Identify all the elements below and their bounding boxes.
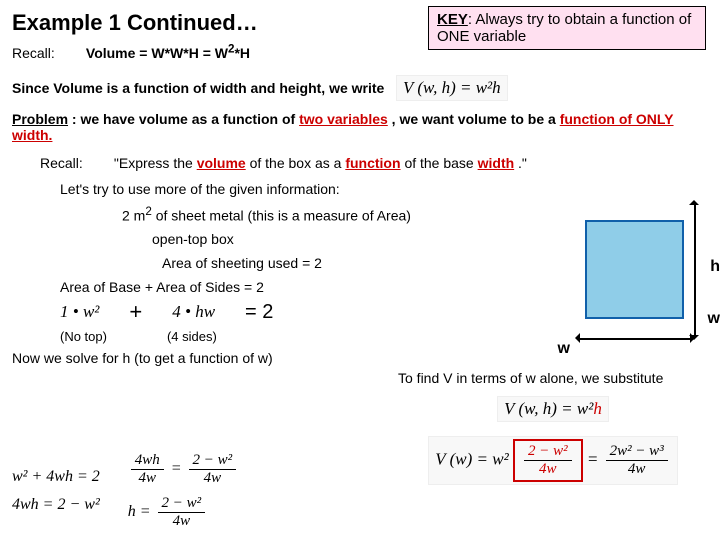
bottom-col2: 4wh4w = 2 − w²4w h = 2 − w²4w — [128, 452, 239, 530]
recall2-q1: "Express the — [114, 155, 197, 171]
recall2-func: function — [345, 155, 400, 171]
recall2-q2: of the box as a — [250, 155, 346, 171]
recall2-label: Recall: — [40, 155, 110, 171]
eq-h-lhs: h = — [128, 503, 151, 520]
sheet-a: 2 m — [122, 207, 145, 223]
problem-b: two variables — [299, 111, 388, 127]
problem-row: Problem : we have volume as a function o… — [12, 111, 708, 143]
no-top: (No top) — [60, 329, 107, 344]
bottom-eqs: w² + 4wh = 2 4wh = 2 − w² 4wh4w = 2 − w²… — [12, 452, 708, 530]
key-label: KEY — [437, 11, 468, 28]
v-sub-lhs: V (w, h) = w² — [504, 399, 593, 418]
b3d: 4w — [131, 470, 164, 487]
problem-a: : we have volume as a function of — [72, 111, 299, 127]
four-sides: (4 sides) — [167, 329, 217, 344]
sub-text: To find V in terms of w alone, we substi… — [398, 370, 708, 386]
v-sub-eq: V (w, h) = w²h — [497, 396, 609, 422]
b3rd: 4w — [189, 470, 237, 487]
sheet-b: of sheet metal (this is a measure of Are… — [152, 207, 411, 223]
problem-label: Problem — [12, 111, 68, 127]
eq-b2: 4wh = 2 − w² — [12, 496, 100, 514]
v-sub-h: h — [593, 399, 602, 418]
recall2-row: Recall: "Express the volume of the box a… — [40, 155, 708, 171]
recall-suffix: *H — [234, 45, 250, 61]
key-text: : Always try to obtain a function of ONE… — [437, 11, 691, 45]
vwh-eq: V (w, h) = w²h — [396, 75, 508, 101]
hd: 4w — [158, 513, 206, 530]
recall2-q3: of the base — [404, 155, 477, 171]
eq-b1: w² + 4wh = 2 — [12, 468, 100, 486]
box-figure — [585, 220, 684, 319]
plus: + — [129, 299, 142, 325]
recall2-vol: volume — [197, 155, 246, 171]
recall2-end: ." — [518, 155, 527, 171]
term2: 4 • hw — [172, 302, 215, 322]
height-arrow — [688, 205, 702, 335]
problem-c: , we want volume to be a — [392, 111, 560, 127]
recall2-width: width — [478, 155, 515, 171]
h-label: h — [710, 258, 720, 276]
width-arrow — [580, 332, 690, 346]
since-text: Since Volume is a function of width and … — [12, 80, 384, 96]
b3rn: 2 − w² — [189, 452, 237, 470]
b3n: 4wh — [131, 452, 164, 470]
hn: 2 − w² — [158, 495, 206, 513]
key-box: KEY: Always try to obtain a function of … — [428, 6, 706, 50]
recall-label: Recall: — [12, 45, 82, 61]
w-label-2: w — [708, 310, 720, 328]
lets-row: Let's try to use more of the given infor… — [60, 181, 708, 197]
equals2: = 2 — [245, 301, 273, 324]
since-row: Since Volume is a function of width and … — [12, 75, 708, 101]
recall-eq: Volume = W*W*H = W — [86, 45, 228, 61]
term1: 1 • w² — [60, 302, 99, 322]
bottom-col1: w² + 4wh = 2 4wh = 2 − w² — [12, 468, 100, 514]
solve-h-row: Now we solve for h (to get a function of… — [12, 350, 708, 366]
w-label: w — [558, 340, 570, 358]
